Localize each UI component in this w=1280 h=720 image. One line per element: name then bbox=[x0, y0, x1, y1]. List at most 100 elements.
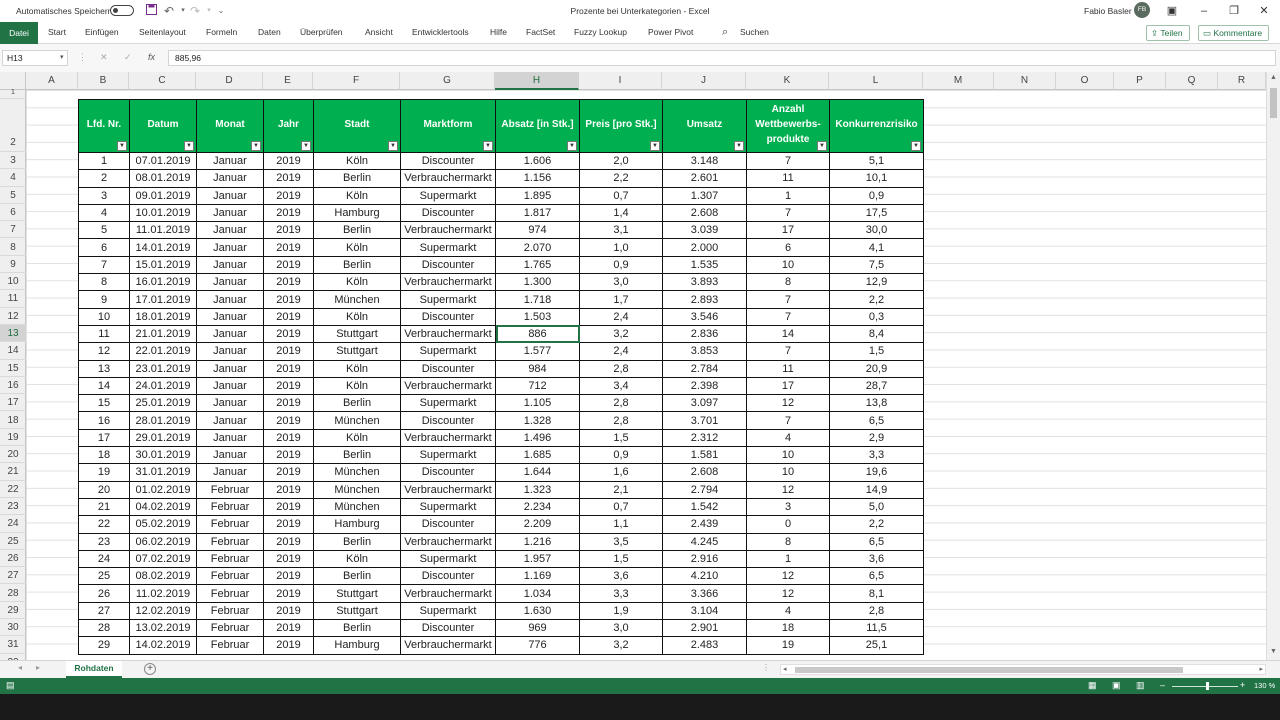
table-cell[interactable]: Köln bbox=[313, 151, 401, 171]
row-header-18[interactable]: 18 bbox=[0, 412, 26, 429]
tab-einfuegen[interactable]: Einfügen bbox=[85, 27, 119, 37]
row-header-11[interactable]: 11 bbox=[0, 290, 26, 308]
row-header-4[interactable]: 4 bbox=[0, 169, 26, 187]
table-cell[interactable]: 20 bbox=[78, 480, 130, 499]
row-header-20[interactable]: 20 bbox=[0, 446, 26, 464]
table-cell[interactable]: 6,5 bbox=[829, 567, 924, 586]
table-cell[interactable]: 2019 bbox=[263, 446, 314, 465]
table-cell[interactable]: Discounter bbox=[400, 411, 496, 430]
table-cell[interactable]: 7 bbox=[78, 255, 130, 275]
row-header-10[interactable]: 10 bbox=[0, 273, 26, 291]
table-cell[interactable]: 2,2 bbox=[579, 169, 663, 188]
table-cell[interactable]: 1.685 bbox=[495, 446, 580, 465]
column-header-j[interactable]: J bbox=[662, 72, 746, 90]
table-cell[interactable]: 17.01.2019 bbox=[129, 290, 197, 309]
table-cell[interactable]: 1.718 bbox=[495, 290, 580, 309]
table-cell[interactable]: 2019 bbox=[263, 480, 314, 499]
filter-dropdown-icon[interactable]: ▼ bbox=[483, 141, 493, 151]
table-cell[interactable]: 6,5 bbox=[829, 411, 924, 430]
table-cell[interactable]: 18.01.2019 bbox=[129, 307, 197, 326]
table-cell[interactable]: Berlin bbox=[313, 169, 401, 188]
table-cell[interactable]: 0 bbox=[746, 515, 830, 534]
table-cell[interactable]: Verbrauchermarkt bbox=[400, 221, 496, 240]
table-header-cell[interactable]: Marktform ▼ bbox=[400, 99, 496, 153]
horizontal-scroll-thumb[interactable] bbox=[795, 667, 1183, 673]
table-cell[interactable]: 2.070 bbox=[495, 238, 580, 257]
table-cell[interactable]: 10.01.2019 bbox=[129, 203, 197, 223]
table-cell[interactable]: 2019 bbox=[263, 151, 314, 171]
table-cell[interactable]: Januar bbox=[196, 238, 264, 257]
table-cell[interactable]: 0,9 bbox=[579, 446, 663, 465]
table-cell[interactable]: 2019 bbox=[263, 428, 314, 448]
table-cell[interactable]: 4 bbox=[746, 428, 830, 448]
table-cell[interactable]: 2019 bbox=[263, 359, 314, 378]
table-cell[interactable]: 10 bbox=[78, 307, 130, 326]
table-cell[interactable]: 1.606 bbox=[495, 151, 580, 171]
tab-hilfe[interactable]: Hilfe bbox=[490, 27, 507, 37]
filter-dropdown-icon[interactable]: ▼ bbox=[650, 141, 660, 151]
table-cell[interactable]: 6 bbox=[746, 238, 830, 257]
table-cell[interactable]: Discounter bbox=[400, 255, 496, 275]
tab-daten[interactable]: Daten bbox=[258, 27, 281, 37]
table-cell[interactable]: 2019 bbox=[263, 601, 314, 621]
table-cell[interactable]: Supermarkt bbox=[400, 394, 496, 413]
name-box-dropdown-icon[interactable]: ▾ bbox=[60, 53, 64, 61]
table-cell[interactable]: 8 bbox=[78, 273, 130, 292]
table-cell[interactable]: 2.209 bbox=[495, 515, 580, 534]
table-cell[interactable]: 2019 bbox=[263, 290, 314, 309]
filter-dropdown-icon[interactable]: ▼ bbox=[817, 141, 827, 151]
table-cell[interactable]: 2.836 bbox=[662, 324, 747, 344]
table-cell[interactable]: 0,7 bbox=[579, 186, 663, 205]
cancel-icon[interactable]: ✕ bbox=[100, 52, 108, 63]
table-cell[interactable]: 1,0 bbox=[579, 238, 663, 257]
table-cell[interactable]: Januar bbox=[196, 428, 264, 448]
table-cell[interactable]: 11 bbox=[746, 169, 830, 188]
table-cell[interactable]: 29.01.2019 bbox=[129, 428, 197, 448]
table-cell[interactable]: 2.608 bbox=[662, 463, 747, 482]
column-header-q[interactable]: Q bbox=[1166, 72, 1218, 90]
table-cell[interactable]: 3,2 bbox=[579, 636, 663, 655]
table-cell[interactable]: 2019 bbox=[263, 203, 314, 223]
table-cell[interactable]: 2.608 bbox=[662, 203, 747, 223]
sheet-tab-rohdaten[interactable]: Rohdaten bbox=[66, 661, 122, 678]
table-cell[interactable]: Berlin bbox=[313, 394, 401, 413]
row-header-21[interactable]: 21 bbox=[0, 463, 26, 481]
undo-icon[interactable]: ↶ bbox=[162, 4, 176, 18]
table-cell[interactable]: 1.765 bbox=[495, 255, 580, 275]
table-cell[interactable]: 17 bbox=[746, 376, 830, 396]
table-cell[interactable]: 16.01.2019 bbox=[129, 273, 197, 292]
table-cell[interactable]: 3.893 bbox=[662, 273, 747, 292]
table-cell[interactable]: Discounter bbox=[400, 567, 496, 586]
table-cell[interactable]: 3.853 bbox=[662, 342, 747, 361]
filter-dropdown-icon[interactable]: ▼ bbox=[911, 141, 921, 151]
table-cell[interactable]: Discounter bbox=[400, 463, 496, 482]
table-cell[interactable]: 7 bbox=[746, 290, 830, 309]
table-cell[interactable]: 9 bbox=[78, 290, 130, 309]
table-cell[interactable]: 14 bbox=[78, 376, 130, 396]
table-header-cell[interactable]: Konkurrenzrisiko ▼ bbox=[829, 99, 924, 153]
table-cell[interactable]: 5,0 bbox=[829, 497, 924, 517]
table-cell[interactable]: 2019 bbox=[263, 186, 314, 205]
active-cell[interactable]: 886 bbox=[495, 324, 580, 344]
table-cell[interactable]: 3.039 bbox=[662, 221, 747, 240]
table-cell[interactable]: Verbrauchermarkt bbox=[400, 584, 496, 603]
table-cell[interactable]: München bbox=[313, 411, 401, 430]
table-header-cell[interactable]: Umsatz ▼ bbox=[662, 99, 747, 153]
table-cell[interactable]: 1,5 bbox=[829, 342, 924, 361]
table-cell[interactable]: 2019 bbox=[263, 394, 314, 413]
table-cell[interactable]: 2.901 bbox=[662, 619, 747, 638]
row-header-1[interactable]: 1 bbox=[0, 89, 26, 99]
insert-function-icon[interactable]: fx bbox=[148, 52, 155, 62]
share-button[interactable]: ⇪ Teilen bbox=[1146, 25, 1190, 41]
row-header-8[interactable]: 8 bbox=[0, 239, 26, 256]
table-cell[interactable]: 25.01.2019 bbox=[129, 394, 197, 413]
table-cell[interactable]: 2.483 bbox=[662, 636, 747, 655]
table-cell[interactable]: Berlin bbox=[313, 619, 401, 638]
table-cell[interactable]: 2019 bbox=[263, 463, 314, 482]
table-cell[interactable]: 11.01.2019 bbox=[129, 221, 197, 240]
table-cell[interactable]: Stuttgart bbox=[313, 601, 401, 621]
table-cell[interactable]: 1.957 bbox=[495, 549, 580, 569]
table-cell[interactable]: 0,3 bbox=[829, 307, 924, 326]
save-icon[interactable] bbox=[144, 4, 158, 18]
table-cell[interactable]: 2,8 bbox=[579, 359, 663, 378]
